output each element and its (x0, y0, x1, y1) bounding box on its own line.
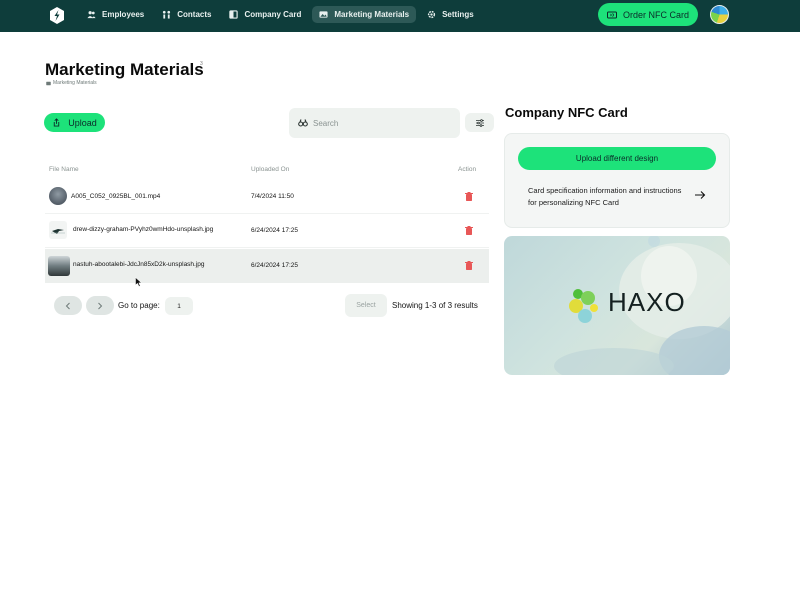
next-page-button[interactable] (86, 296, 114, 315)
nav-label: Settings (442, 10, 474, 19)
upload-icon (54, 118, 60, 127)
column-header-action: Action (458, 166, 477, 173)
nfc-card-icon (606, 11, 617, 18)
order-nfc-card-label: Order NFC Card (622, 9, 689, 20)
nav-item-contacts[interactable]: Contacts (155, 6, 218, 23)
column-header-uploaded-on: Uploaded On (251, 166, 290, 173)
table-row[interactable]: drew-dizzy-graham-PVyhz0wmHdo-unsplash.j… (45, 214, 489, 248)
main-nav: Employees Contacts Company Card Marketin… (80, 6, 481, 26)
page-title: Marketing Materials (45, 60, 204, 79)
table-row[interactable]: A005_C052_0925BL_001.mp4 7/4/2024 11:50 (45, 180, 489, 214)
breadcrumb-item[interactable]: Marketing Materials (53, 80, 97, 86)
nav-item-settings[interactable]: Settings (420, 6, 481, 23)
nav-item-company-card[interactable]: Company Card (222, 6, 308, 23)
nav-label: Company Card (244, 10, 302, 19)
chevron-left-icon (65, 302, 70, 309)
nav-label: Contacts (177, 10, 212, 19)
arrow-right-icon[interactable] (694, 190, 706, 200)
nav-item-marketing-materials[interactable]: Marketing Materials (312, 6, 417, 23)
user-avatar[interactable] (710, 5, 729, 24)
trash-icon[interactable] (465, 261, 473, 270)
nav-label: Employees (102, 10, 145, 19)
file-date: 7/4/2024 11:50 (251, 193, 294, 200)
upload-button[interactable]: Upload (44, 113, 105, 132)
filter-button[interactable] (465, 113, 494, 132)
nfc-section-title: Company NFC Card (505, 105, 628, 120)
search-box (289, 108, 460, 138)
nav-item-employees[interactable]: Employees (80, 6, 151, 23)
search-input[interactable] (313, 118, 453, 128)
gear-icon (427, 10, 436, 19)
results-summary: Showing 1-3 of 3 results (392, 301, 478, 310)
select-button[interactable]: Select (345, 294, 387, 317)
order-nfc-card-button[interactable]: Order NFC Card (598, 3, 698, 26)
breadcrumb: Marketing Materials (46, 80, 97, 86)
mouse-cursor-icon (135, 277, 142, 287)
file-date: 6/24/2024 17:25 (251, 262, 298, 269)
card-specification-link[interactable]: Card specification information and instr… (528, 185, 688, 208)
contacts-icon (163, 10, 171, 19)
goto-page-input[interactable] (165, 297, 193, 315)
sliders-icon (475, 118, 484, 127)
users-icon (87, 11, 96, 19)
top-navbar: Employees Contacts Company Card Marketin… (0, 0, 800, 32)
upload-label: Upload (68, 117, 97, 128)
goto-page-label: Go to page: (118, 301, 160, 310)
image-icon (319, 11, 328, 18)
nav-label: Marketing Materials (334, 10, 410, 19)
previous-page-button[interactable] (54, 296, 82, 315)
image-icon (46, 81, 51, 85)
card-icon (229, 10, 239, 19)
brand-wordmark: HAXO (608, 287, 686, 317)
nfc-card-preview: HAXO (504, 236, 730, 375)
materials-count: 3 (200, 61, 203, 67)
file-name: A005_C052_0925BL_001.mp4 (71, 193, 161, 200)
table-row[interactable]: nastuh-abootalebi-JdcJn85xD2k-unsplash.j… (45, 249, 489, 283)
video-thumbnail (49, 187, 67, 205)
image-thumbnail (48, 256, 70, 276)
image-thumbnail (49, 221, 67, 239)
binoculars-icon (298, 119, 308, 127)
upload-different-design-button[interactable]: Upload different design (518, 147, 716, 170)
trash-icon[interactable] (465, 226, 473, 235)
file-date: 6/24/2024 17:25 (251, 227, 298, 234)
file-name: nastuh-abootalebi-JdcJn85xD2k-unsplash.j… (73, 261, 205, 268)
nfc-card-panel: Upload different design Card specificati… (504, 133, 730, 228)
haxo-logo-icon (569, 289, 598, 323)
chevron-right-icon (98, 302, 103, 309)
bird-icon (51, 229, 65, 234)
file-name: drew-dizzy-graham-PVyhz0wmHdo-unsplash.j… (73, 226, 214, 233)
trash-icon[interactable] (465, 192, 473, 201)
app-logo-icon[interactable] (50, 7, 64, 24)
column-header-file-name: File Name (49, 166, 79, 173)
